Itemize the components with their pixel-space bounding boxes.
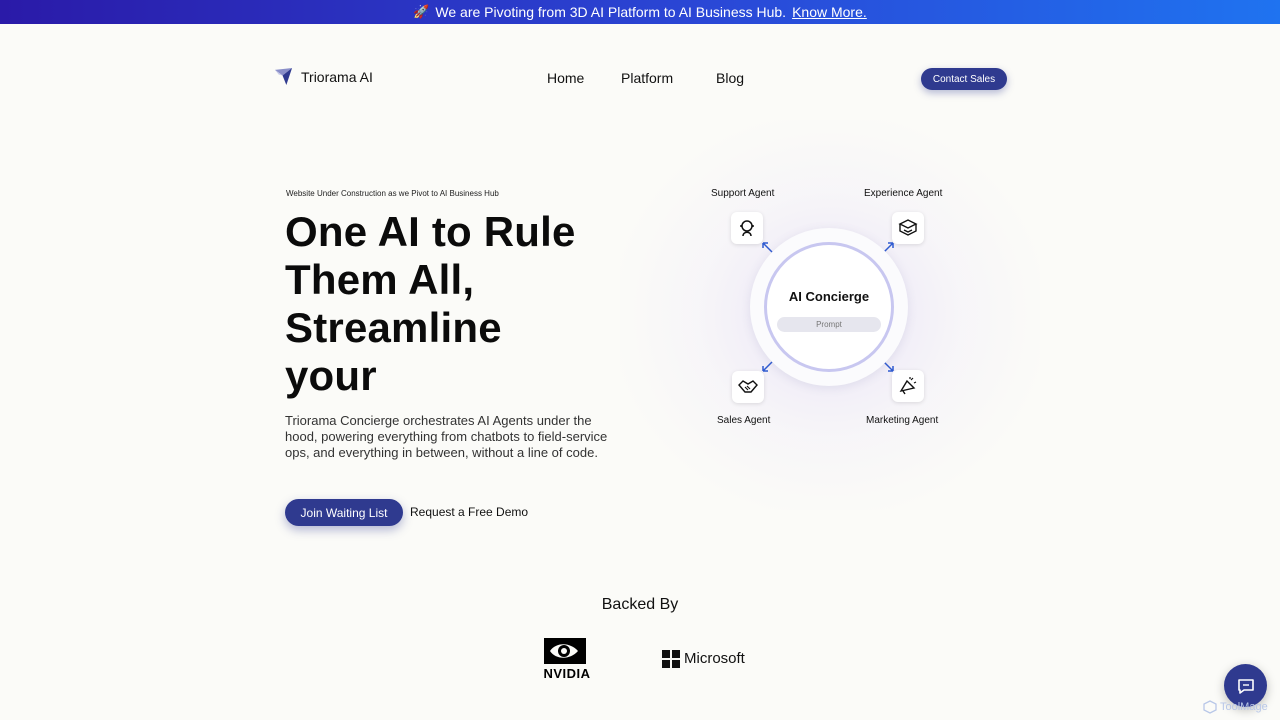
nav-home[interactable]: Home (547, 70, 584, 86)
request-demo-link[interactable]: Request a Free Demo (410, 505, 528, 519)
know-more-link[interactable]: Know More. (792, 4, 867, 20)
banner-text: We are Pivoting from 3D AI Platform to A… (435, 4, 787, 20)
headline-line: One AI to Rule (285, 208, 576, 255)
hero-description: Triorama Concierge orchestrates AI Agent… (285, 413, 608, 460)
concierge-inner-ring (764, 242, 894, 372)
vr-headset-icon (898, 219, 918, 236)
support-agent-label: Support Agent (711, 188, 775, 199)
concierge-title: AI Concierge (788, 289, 870, 304)
headline-line: your (285, 352, 377, 399)
headset-icon (740, 220, 754, 237)
headline-line: Them All, (285, 256, 475, 303)
backed-by-title: Backed By (601, 596, 679, 613)
hero-kicker: Website Under Construction as we Pivot t… (286, 189, 499, 198)
triorama-logo-icon (274, 67, 293, 86)
hero-headline: One AI to Rule Them All, Streamline your (285, 208, 615, 400)
handshake-icon (738, 380, 758, 393)
headline-line: Streamline (285, 304, 502, 351)
marketing-agent-icon-box[interactable] (892, 370, 924, 402)
contact-sales-button[interactable]: Contact Sales (921, 68, 1007, 90)
prompt-pill[interactable]: Prompt (777, 317, 881, 332)
rocket-icon: 🚀 (413, 4, 430, 19)
top-nav: Triorama AI Home Platform Blog Contact S… (0, 62, 1280, 94)
marketing-agent-label: Marketing Agent (866, 415, 939, 426)
nvidia-logo-text: NVIDIA (543, 666, 591, 681)
watermark-hex-icon (1203, 700, 1217, 714)
sales-agent-icon-box[interactable] (732, 371, 764, 403)
announcement-banner: 🚀 We are Pivoting from 3D AI Platform to… (0, 0, 1280, 24)
chat-bubble-icon (1237, 678, 1254, 694)
logo-text: Triorama AI (301, 68, 373, 85)
megaphone-icon (899, 377, 917, 395)
nav-blog[interactable]: Blog (716, 70, 744, 86)
experience-agent-icon-box[interactable] (892, 212, 924, 244)
experience-agent-label: Experience Agent (864, 188, 943, 199)
logo[interactable]: Triorama AI (274, 67, 373, 86)
nav-platform[interactable]: Platform (621, 70, 673, 86)
join-waiting-list-button[interactable]: Join Waiting List (285, 499, 403, 526)
nvidia-eye-logo-icon (544, 638, 586, 664)
watermark: ToolMage (1203, 700, 1268, 714)
microsoft-logo-icon (662, 650, 680, 668)
microsoft-logo-text: Microsoft (684, 650, 745, 667)
watermark-text: ToolMage (1220, 701, 1268, 713)
sales-agent-label: Sales Agent (717, 415, 771, 426)
support-agent-icon-box[interactable] (731, 212, 763, 244)
